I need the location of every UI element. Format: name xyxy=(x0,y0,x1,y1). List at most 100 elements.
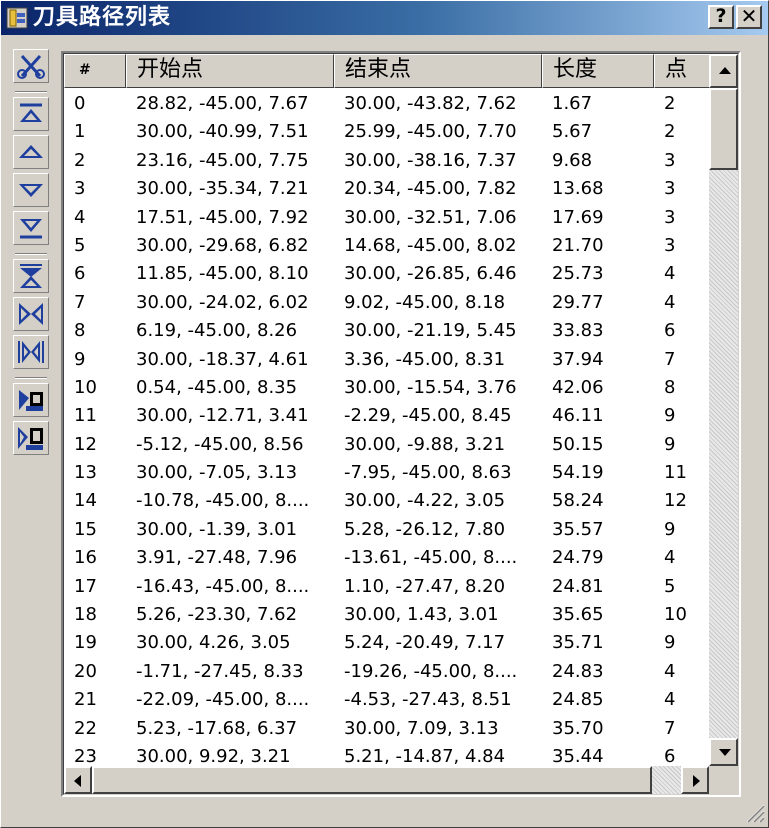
move-down-button[interactable] xyxy=(13,173,49,207)
table-row[interactable]: 9 30.00, -18.37, 4.61 3.36, -45.00, 8.31 37… xyxy=(64,346,709,374)
table-row[interactable]: 1 30.00, -40.99, 7.51 25.99, -45.00, 7.70 5… xyxy=(64,118,709,146)
cell-points: 3 xyxy=(664,234,676,256)
title-bar[interactable]: 刀具路径列表 ? ✕ xyxy=(1,1,768,35)
app-icon xyxy=(6,7,28,29)
table-row[interactable]: 10 0.54, -45.00, 8.35 30.00, -15.54, 3.76 4… xyxy=(64,374,709,402)
cell-length: 25.73 xyxy=(552,263,604,285)
cell-start-point: -16.43, -45.00, 8.... xyxy=(136,575,310,597)
cell-end-point: -19.26, -45.00, 8.... xyxy=(344,660,518,682)
table-row[interactable]: 0 28.82, -45.00, 7.67 30.00, -43.82, 7.62 1… xyxy=(64,90,709,118)
optimize-all-button[interactable] xyxy=(13,421,49,455)
cell-length: 37.94 xyxy=(552,348,604,370)
cell-end-point: 9.02, -45.00, 8.18 xyxy=(344,291,506,313)
cell-index: 9 xyxy=(74,348,86,370)
column-header-end-point[interactable]: 结束点 xyxy=(334,54,542,88)
help-button[interactable]: ? xyxy=(708,5,734,29)
column-header-length[interactable]: 长度 xyxy=(542,54,654,88)
cell-index: 15 xyxy=(74,518,97,540)
cell-index: 6 xyxy=(74,263,86,285)
reverse-up-button[interactable] xyxy=(13,259,49,293)
table-row[interactable]: 17 -16.43, -45.00, 8.... 1.10, -27.47, 8.2… xyxy=(64,573,709,601)
cell-start-point: 5.23, -17.68, 6.37 xyxy=(136,717,298,739)
cell-end-point: -4.53, -27.43, 8.51 xyxy=(344,689,512,711)
table-row[interactable]: 19 30.00, 4.26, 3.05 5.24, -20.49, 7.17 35.… xyxy=(64,629,709,657)
cell-end-point: 30.00, 7.09, 3.13 xyxy=(344,717,499,739)
move-to-bottom-button[interactable] xyxy=(13,211,49,245)
table-row[interactable]: 14 -10.78, -45.00, 8.... 30.00, -4.22, 3.0… xyxy=(64,487,709,515)
move-to-top-button[interactable] xyxy=(13,97,49,131)
table-row[interactable]: 6 11.85, -45.00, 8.10 30.00, -26.85, 6.46 2… xyxy=(64,260,709,288)
cell-start-point: 5.26, -23.30, 7.62 xyxy=(136,604,298,626)
scroll-left-button[interactable] xyxy=(64,766,92,794)
table-row[interactable]: 11 30.00, -12.71, 3.41 -2.29, -45.00, 8.45… xyxy=(64,402,709,430)
vertical-scroll-thumb[interactable] xyxy=(709,88,738,170)
reverse-all-button[interactable] xyxy=(13,335,49,369)
table-row[interactable]: 5 30.00, -29.68, 6.82 14.68, -45.00, 8.02 2… xyxy=(64,232,709,260)
resize-grip-icon[interactable] xyxy=(743,801,765,823)
close-button[interactable]: ✕ xyxy=(736,5,762,29)
reverse-up-icon xyxy=(20,264,42,288)
cell-start-point: 30.00, -7.05, 3.13 xyxy=(136,462,298,484)
cell-end-point: 5.28, -26.12, 7.80 xyxy=(344,518,506,540)
table-header: # 开始点 结束点 长度 点 xyxy=(64,54,738,88)
vertical-scrollbar[interactable] xyxy=(709,54,738,766)
cell-end-point: 14.68, -45.00, 8.02 xyxy=(344,234,517,256)
cell-length: 35.57 xyxy=(552,518,604,540)
table-row[interactable]: 12 -5.12, -45.00, 8.56 30.00, -9.88, 3.21 5… xyxy=(64,431,709,459)
cell-end-point: 5.24, -20.49, 7.17 xyxy=(344,632,506,654)
cell-index: 10 xyxy=(74,376,97,398)
cell-length: 33.83 xyxy=(552,320,604,342)
cell-length: 54.19 xyxy=(552,462,604,484)
arrow-right-icon xyxy=(693,775,700,787)
horizontal-scrollbar[interactable] xyxy=(64,766,709,794)
table-row[interactable]: 2 23.16, -45.00, 7.75 30.00, -38.16, 7.37 9… xyxy=(64,147,709,175)
cell-index: 7 xyxy=(74,291,86,313)
cell-index: 1 xyxy=(74,121,86,143)
table-row[interactable]: 8 6.19, -45.00, 8.26 30.00, -21.19, 5.45 33… xyxy=(64,317,709,345)
cell-length: 35.65 xyxy=(552,604,604,626)
cell-points: 12 xyxy=(664,490,687,512)
scroll-down-button[interactable] xyxy=(709,738,738,766)
scroll-right-button[interactable] xyxy=(681,766,709,794)
move-up-button[interactable] xyxy=(13,135,49,169)
table-row[interactable]: 21 -22.09, -45.00, 8.... -4.53, -27.43, 8.… xyxy=(64,686,709,714)
column-header-points[interactable]: 点 xyxy=(654,54,714,88)
cell-start-point: 30.00, -35.34, 7.21 xyxy=(136,178,309,200)
cell-start-point: 30.00, -24.02, 6.02 xyxy=(136,291,309,313)
scroll-up-button[interactable] xyxy=(709,54,738,88)
cell-index: 2 xyxy=(74,149,86,171)
table-row[interactable]: 20 -1.71, -27.45, 8.33 -19.26, -45.00, 8..… xyxy=(64,658,709,686)
table-row[interactable]: 18 5.26, -23.30, 7.62 30.00, 1.43, 3.01 35.… xyxy=(64,601,709,629)
cell-end-point: 30.00, -26.85, 6.46 xyxy=(344,263,517,285)
table-row[interactable]: 7 30.00, -24.02, 6.02 9.02, -45.00, 8.18 29… xyxy=(64,289,709,317)
reverse-direction-button[interactable] xyxy=(13,297,49,331)
toolpath-table[interactable]: # 开始点 结束点 长度 点 0 28.82, -45.00, 7.67 30.00… xyxy=(61,51,741,797)
cell-points: 5 xyxy=(664,575,676,597)
horizontal-scroll-thumb[interactable] xyxy=(92,766,652,794)
scissors-button[interactable] xyxy=(13,49,49,83)
optimize-icon xyxy=(19,390,43,411)
table-body: 0 28.82, -45.00, 7.67 30.00, -43.82, 7.62 1… xyxy=(64,90,709,771)
column-header-start-point[interactable]: 开始点 xyxy=(126,54,334,88)
cell-end-point: 30.00, -43.82, 7.62 xyxy=(344,93,517,114)
cell-length: 24.83 xyxy=(552,660,604,682)
cell-index: 22 xyxy=(74,717,97,739)
cell-points: 4 xyxy=(664,263,676,285)
table-row[interactable]: 15 30.00, -1.39, 3.01 5.28, -26.12, 7.80 35… xyxy=(64,516,709,544)
cell-end-point: 30.00, -9.88, 3.21 xyxy=(344,433,506,455)
cell-end-point: 30.00, -32.51, 7.06 xyxy=(344,206,517,228)
table-row[interactable]: 16 3.91, -27.48, 7.96 -13.61, -45.00, 8...… xyxy=(64,544,709,572)
table-row[interactable]: 22 5.23, -17.68, 6.37 30.00, 7.09, 3.13 35.… xyxy=(64,715,709,743)
toolpath-list-window: 刀具路径列表 ? ✕ # 开始点 结束点 长度 点 0 28.82, -45.0… xyxy=(0,0,769,828)
toolbar xyxy=(7,49,55,469)
column-header-index[interactable]: # xyxy=(64,54,126,88)
cell-index: 8 xyxy=(74,320,86,342)
table-row[interactable]: 3 30.00, -35.34, 7.21 20.34, -45.00, 7.82 1… xyxy=(64,175,709,203)
cell-length: 9.68 xyxy=(552,149,593,171)
optimize-button[interactable] xyxy=(13,383,49,417)
cell-length: 50.15 xyxy=(552,433,604,455)
table-row[interactable]: 13 30.00, -7.05, 3.13 -7.95, -45.00, 8.63 5… xyxy=(64,459,709,487)
cell-index: 12 xyxy=(74,433,97,455)
table-row[interactable]: 4 17.51, -45.00, 7.92 30.00, -32.51, 7.06 1… xyxy=(64,204,709,232)
cell-points: 9 xyxy=(664,632,676,654)
